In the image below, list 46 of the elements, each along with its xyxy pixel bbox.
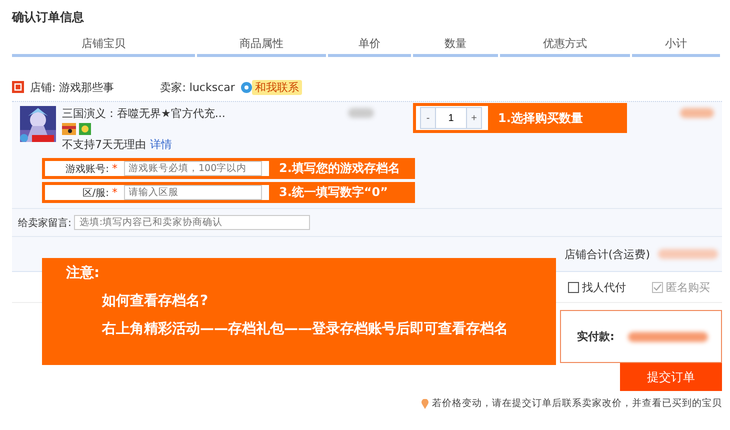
blurred-price <box>680 108 714 118</box>
return-policy: 不支持7天无理由 详情 <box>62 137 173 152</box>
option-checkbox[interactable]: 找人代付 <box>568 280 626 294</box>
chat-icon <box>240 82 252 92</box>
column-header: 小计 <box>632 32 720 57</box>
field-label: 游戏账号: <box>64 162 109 176</box>
column-header: 商品属性 <box>197 32 326 57</box>
contact-link[interactable]: 和我联系 <box>252 80 302 94</box>
item-title[interactable]: 三国演义：吞噬无界★官方代充... <box>62 106 226 121</box>
details-link[interactable]: 详情 <box>150 138 172 151</box>
minus-button[interactable]: - <box>420 107 436 129</box>
message-label: 给卖家留言: <box>18 216 72 230</box>
field-label: 区/服: <box>81 186 109 200</box>
note-text: 如何查看存档名? <box>102 292 210 310</box>
input-field[interactable]: 游戏账号必填，100字以内 <box>124 161 262 176</box>
shop-total-label: 店铺合计(含运费) <box>564 246 650 262</box>
price-notice: 若价格变动，请在提交订单后联系卖家改价，并查看已买到的宝贝 <box>432 397 722 410</box>
callout-text: 3.统一填写数字“0” <box>279 184 388 201</box>
message-field[interactable]: 选填:填写内容已和卖家协商确认 <box>74 215 310 230</box>
callout-text: 2.填写您的游戏存档名 <box>279 160 400 177</box>
blurred-price <box>658 249 718 259</box>
location-pin-icon <box>421 398 429 408</box>
column-header: 店铺宝贝 <box>12 32 195 57</box>
shop-icon <box>12 81 24 93</box>
seller-name: 卖家: luckscar <box>160 80 235 94</box>
note-heading: 注意: <box>66 264 101 282</box>
blurred-price <box>348 108 374 118</box>
note-text: 右上角精彩活动——存档礼包——登录存档账号后即可查看存档名 <box>102 320 509 338</box>
badge-icon <box>79 123 91 135</box>
required-mark: * <box>112 162 118 175</box>
payment-label: 实付款: <box>577 329 614 344</box>
shop-name: 店铺: 游戏那些事 <box>30 80 114 94</box>
page-title: 确认订单信息 <box>12 9 85 26</box>
input-field[interactable]: 请输入区服 <box>124 185 262 200</box>
callout-text: 1.选择购买数量 <box>498 110 583 126</box>
quantity-stepper[interactable]: - 1 + <box>416 106 488 130</box>
column-header: 数量 <box>413 32 498 57</box>
column-header: 单价 <box>328 32 411 57</box>
column-header: 优惠方式 <box>500 32 630 57</box>
checkmark-icon <box>653 282 662 292</box>
quantity-field[interactable]: 1 <box>436 107 466 129</box>
option-checkbox: 匿名购买 <box>652 280 710 294</box>
plus-button[interactable]: + <box>466 107 482 129</box>
submit-button[interactable]: 提交订单 <box>620 363 722 391</box>
card-icon <box>62 123 76 135</box>
required-mark: * <box>112 186 118 199</box>
